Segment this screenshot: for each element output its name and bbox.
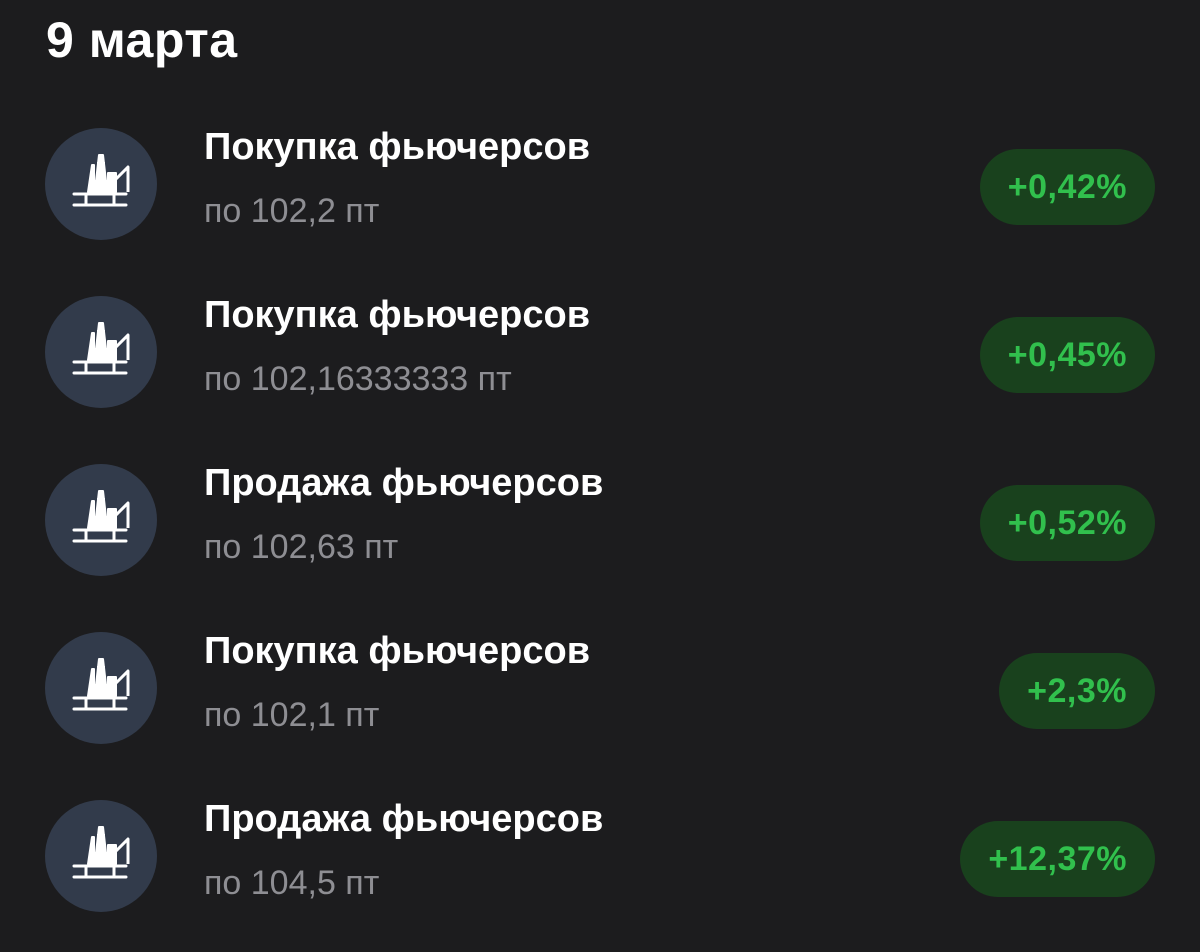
- operations-list: Покупка фьючерсов по 102,2 пт +0,42% Пок…: [0, 0, 1200, 948]
- operation-row[interactable]: Продажа фьючерсов по 102,63 пт +0,52%: [0, 448, 1200, 616]
- operation-row[interactable]: Покупка фьючерсов по 102,1 пт +2,3%: [0, 616, 1200, 784]
- operation-price: по 104,5 пт: [204, 864, 380, 902]
- operation-title: Покупка фьючерсов: [204, 294, 591, 336]
- operation-price: по 102,63 пт: [204, 528, 399, 566]
- asset-avatar: [45, 128, 157, 240]
- change-badge: +0,45%: [979, 317, 1155, 393]
- change-badge: +0,52%: [979, 485, 1155, 561]
- operation-price: по 102,1 пт: [204, 696, 380, 734]
- oil-platform-icon: [72, 154, 130, 207]
- oil-platform-icon: [72, 322, 130, 375]
- change-badge: +12,37%: [960, 821, 1155, 897]
- operation-title: Покупка фьючерсов: [204, 630, 591, 672]
- asset-avatar: [45, 464, 157, 576]
- oil-platform-icon: [72, 490, 130, 543]
- operation-title: Покупка фьючерсов: [204, 126, 591, 168]
- change-badge: +0,42%: [979, 149, 1155, 225]
- operation-row[interactable]: Покупка фьючерсов по 102,16333333 пт +0,…: [0, 280, 1200, 448]
- asset-avatar: [45, 296, 157, 408]
- change-badge: +2,3%: [999, 653, 1155, 729]
- asset-avatar: [45, 800, 157, 912]
- operation-title: Продажа фьючерсов: [204, 462, 604, 504]
- asset-avatar: [45, 632, 157, 744]
- operation-title: Продажа фьючерсов: [204, 798, 604, 840]
- operation-price: по 102,16333333 пт: [204, 360, 512, 398]
- oil-platform-icon: [72, 826, 130, 879]
- operation-price: по 102,2 пт: [204, 192, 380, 230]
- oil-platform-icon: [72, 658, 130, 711]
- operation-row[interactable]: Покупка фьючерсов по 102,2 пт +0,42%: [0, 112, 1200, 280]
- operation-row[interactable]: Продажа фьючерсов по 104,5 пт +12,37%: [0, 784, 1200, 952]
